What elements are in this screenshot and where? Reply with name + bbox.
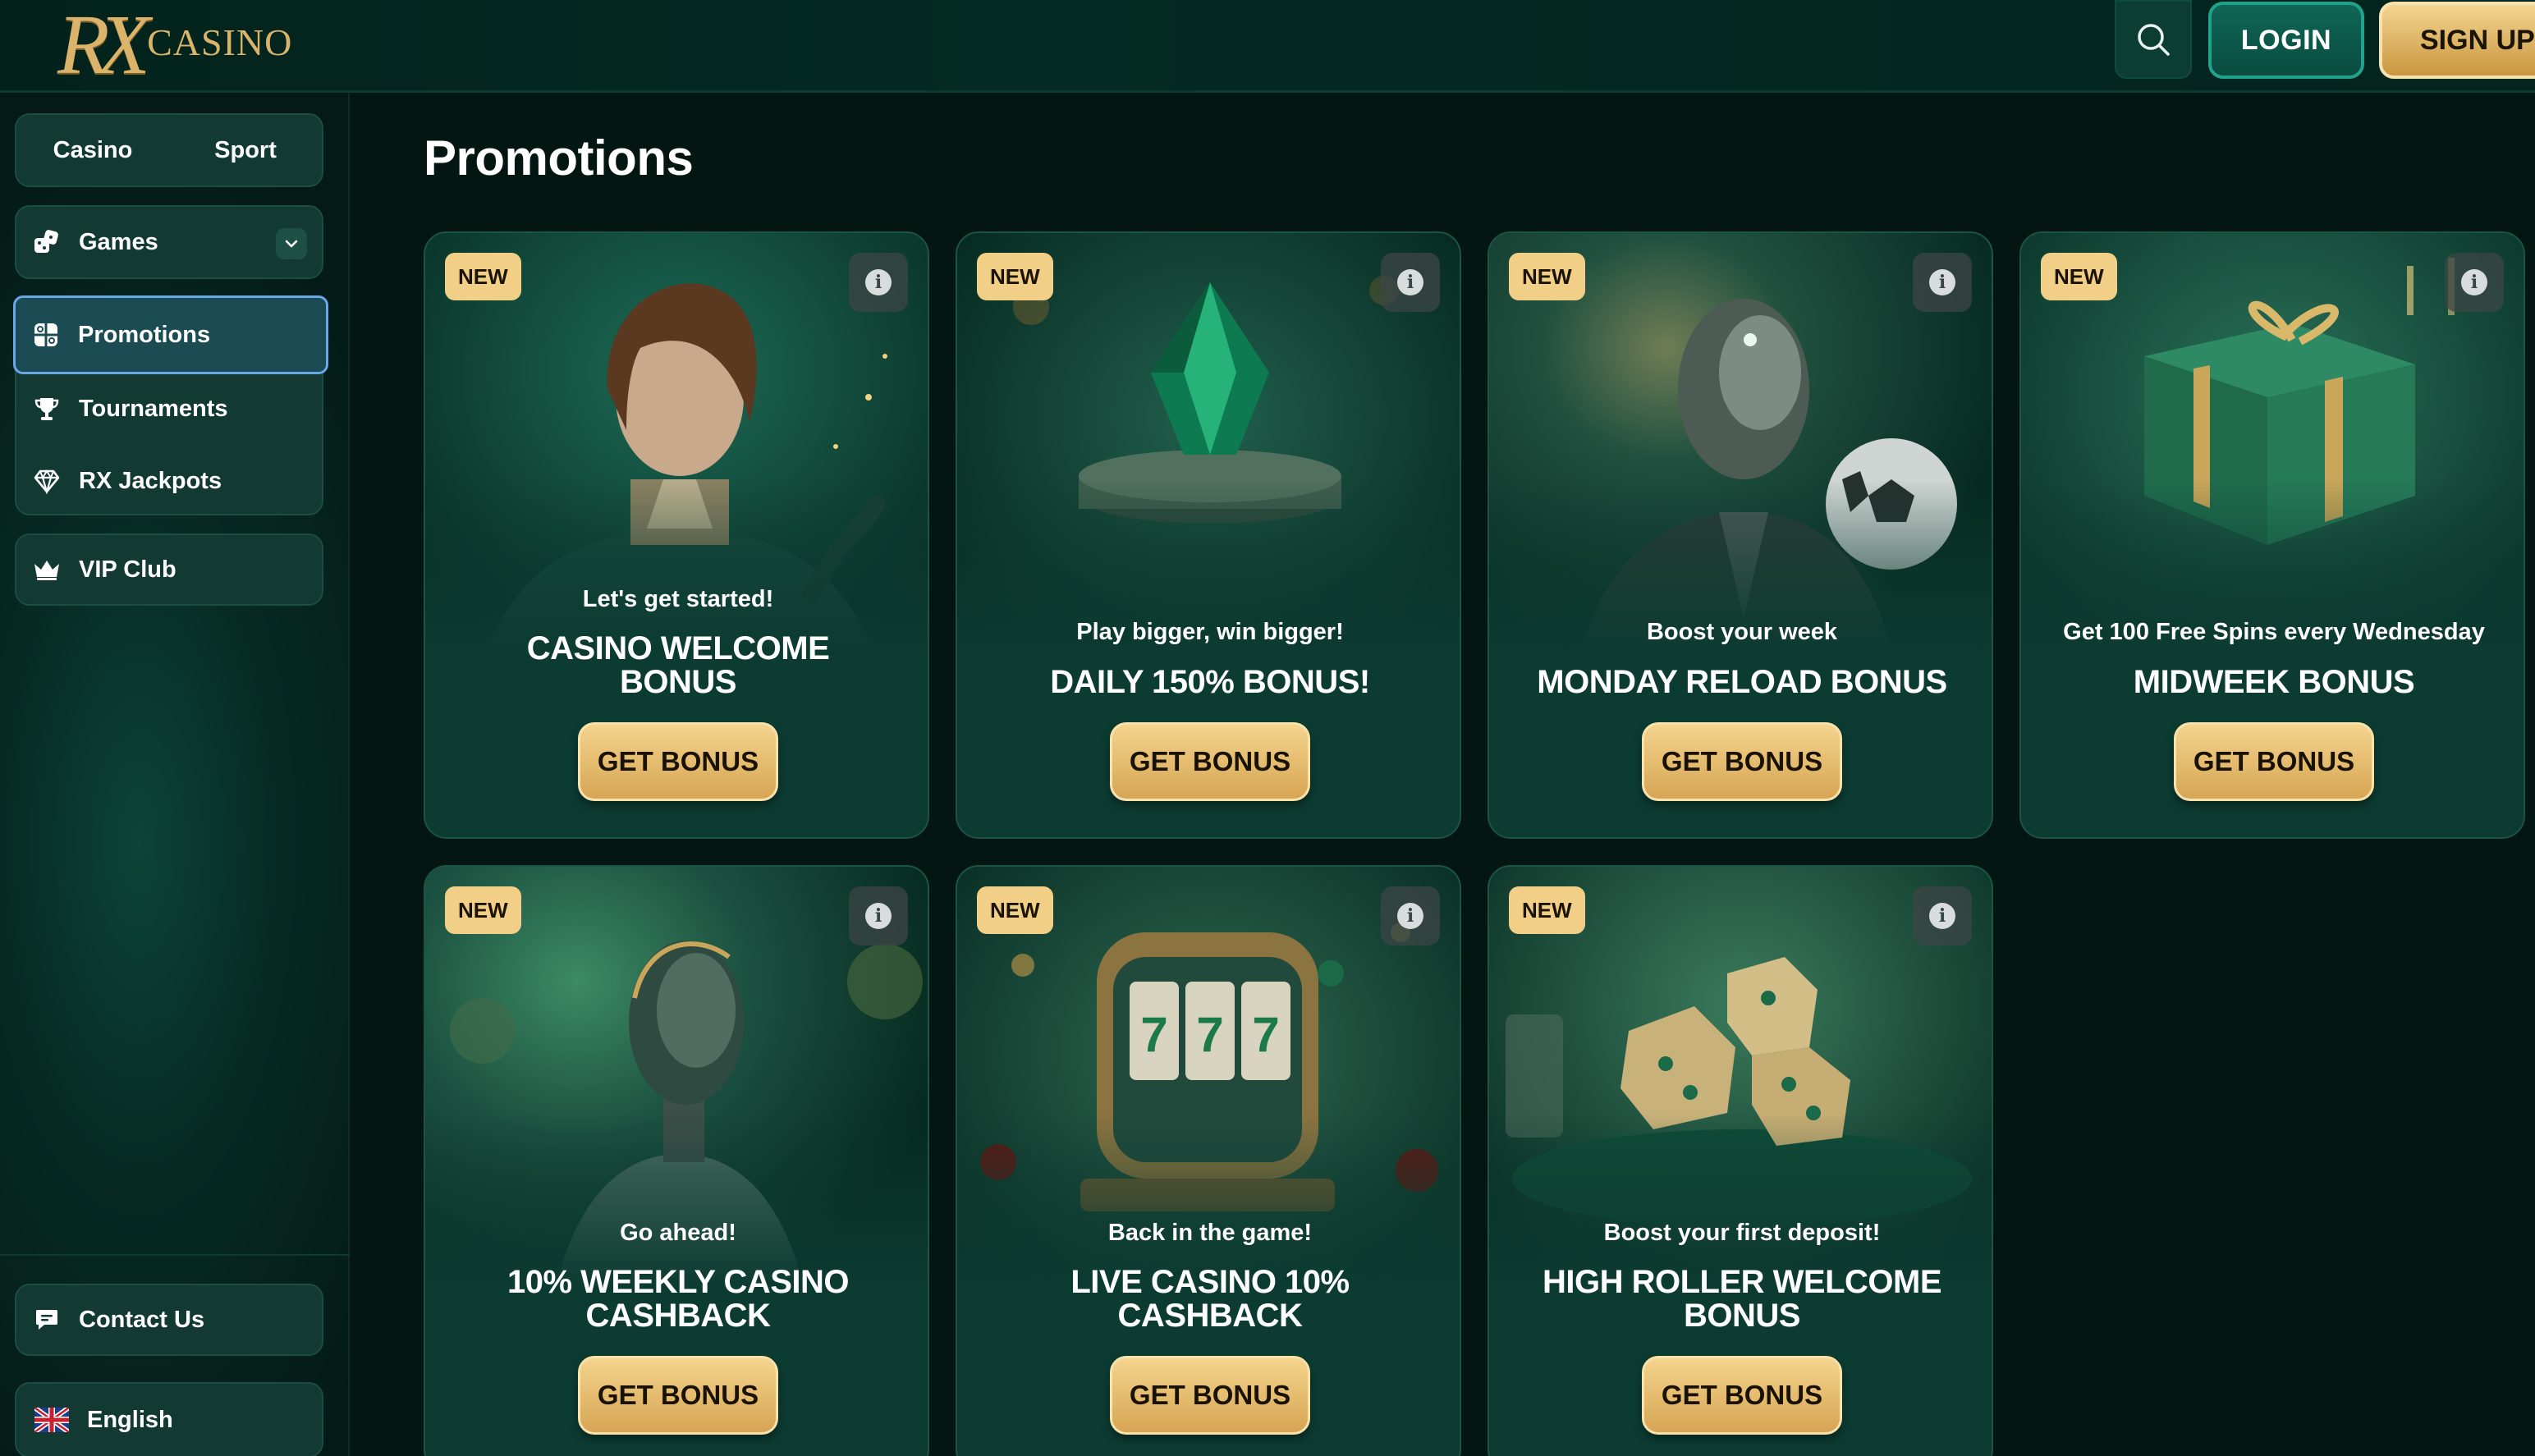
- logo-mark: RX: [57, 0, 150, 92]
- get-bonus-button[interactable]: GET BONUS: [1110, 1356, 1310, 1435]
- info-icon: i: [1929, 269, 1955, 295]
- new-badge: NEW: [445, 886, 521, 934]
- trophy-icon: [33, 395, 61, 423]
- info-icon: i: [1929, 903, 1955, 929]
- promo-subtitle: Go ahead!: [620, 1220, 736, 1246]
- promo-subtitle: Boost your first deposit!: [1603, 1220, 1881, 1246]
- info-icon: i: [2461, 269, 2487, 295]
- chat-bubble-icon: [33, 1306, 61, 1334]
- sidebar-item-label: Promotions: [78, 321, 211, 348]
- sidebar-item-label: VIP Club: [79, 556, 176, 583]
- info-button[interactable]: i: [2445, 253, 2504, 312]
- promo-card-high-roller[interactable]: NEW i Boost your first deposit! High Rol…: [1488, 865, 1993, 1456]
- promo-subtitle: Let's get started!: [582, 586, 774, 612]
- new-badge: NEW: [1509, 253, 1585, 300]
- sidebar-item-label: Tournaments: [79, 395, 228, 422]
- promo-card-midweek[interactable]: NEW i Get 100 Free Spins every Wednesday…: [2019, 231, 2525, 839]
- games-dice-icon: [33, 228, 61, 256]
- language-selector[interactable]: English: [15, 1382, 323, 1456]
- rx-casino-logo[interactable]: RX CASINO: [57, 0, 293, 92]
- promo-card-live-cashback[interactable]: 7 7 7 NEW i Back in the game! Live Casin…: [956, 865, 1461, 1456]
- promo-subtitle: Play bigger, win bigger!: [1076, 619, 1344, 645]
- get-bonus-button[interactable]: GET BONUS: [1642, 1356, 1842, 1435]
- new-badge: NEW: [977, 886, 1053, 934]
- new-badge: NEW: [2041, 253, 2117, 300]
- app-root: RX CASINO LOGIN SIGN UP Casino Sport Gam…: [0, 0, 2535, 1456]
- promo-title: Daily 150% Bonus!: [1050, 664, 1370, 700]
- new-badge: NEW: [445, 253, 521, 300]
- sidebar-item-games[interactable]: Games: [15, 205, 323, 279]
- contact-us-button[interactable]: Contact Us: [15, 1284, 323, 1356]
- svg-text:7: 7: [1252, 1007, 1279, 1062]
- promo-card-daily-bonus[interactable]: NEW i Play bigger, win bigger! Daily 150…: [956, 231, 1461, 839]
- top-header: RX CASINO LOGIN SIGN UP: [0, 0, 2535, 93]
- promo-title: 10% Weekly Casino Cashback: [507, 1264, 850, 1334]
- info-icon: i: [1397, 269, 1423, 295]
- new-badge: NEW: [1509, 886, 1585, 934]
- diamond-icon: [33, 467, 61, 495]
- info-button[interactable]: i: [1381, 886, 1440, 945]
- get-bonus-button[interactable]: GET BONUS: [578, 722, 778, 801]
- promo-title: Midweek Bonus: [2133, 664, 2415, 700]
- search-button[interactable]: [2115, 0, 2192, 79]
- svg-text:7: 7: [1140, 1007, 1167, 1062]
- info-icon: i: [865, 903, 892, 929]
- new-badge: NEW: [977, 253, 1053, 300]
- sidebar-item-rx-jackpots[interactable]: RX Jackpots: [16, 445, 322, 517]
- get-bonus-button[interactable]: GET BONUS: [1110, 722, 1310, 801]
- promo-title: High Roller Welcome Bonus: [1542, 1264, 1942, 1334]
- promo-title: Monday Reload Bonus: [1537, 664, 1947, 700]
- sidebar-item-vip-club[interactable]: VIP Club: [15, 533, 323, 606]
- toggle-casino[interactable]: Casino: [16, 137, 169, 164]
- search-icon: [2138, 24, 2170, 56]
- promo-card-casino-welcome[interactable]: NEW i Let's get started! Casino Welcome …: [424, 231, 929, 839]
- login-button[interactable]: LOGIN: [2208, 2, 2364, 79]
- sidebar-item-label: Games: [79, 228, 158, 255]
- promo-subtitle: Boost your week: [1646, 619, 1838, 645]
- sidebar: Casino Sport Games Promotions Tournament…: [0, 94, 350, 1456]
- get-bonus-button[interactable]: GET BONUS: [578, 1356, 778, 1435]
- get-bonus-button[interactable]: GET BONUS: [2174, 722, 2374, 801]
- contact-us-label: Contact Us: [79, 1306, 205, 1333]
- info-button[interactable]: i: [849, 253, 908, 312]
- uk-flag-icon: [34, 1406, 69, 1434]
- sidebar-divider: [0, 1254, 350, 1256]
- sidebar-item-tournaments[interactable]: Tournaments: [16, 373, 322, 445]
- info-button[interactable]: i: [1381, 253, 1440, 312]
- chevron-down-icon[interactable]: [276, 228, 307, 259]
- info-button[interactable]: i: [1913, 886, 1972, 945]
- crown-icon: [33, 556, 61, 584]
- page-title: Promotions: [424, 130, 694, 185]
- info-icon: i: [865, 269, 892, 295]
- casino-sport-toggle: Casino Sport: [15, 113, 323, 187]
- toggle-sport[interactable]: Sport: [169, 137, 322, 164]
- promo-subtitle: Get 100 Free Spins every Wednesday: [2063, 619, 2485, 645]
- sidebar-item-label: RX Jackpots: [79, 467, 222, 494]
- signup-button[interactable]: SIGN UP: [2379, 2, 2535, 79]
- promo-card-weekly-cashback[interactable]: NEW i Go ahead! 10% Weekly Casino Cashba…: [424, 865, 929, 1456]
- language-label: English: [87, 1406, 173, 1433]
- info-button[interactable]: i: [1913, 253, 1972, 312]
- info-icon: i: [1397, 903, 1423, 929]
- promo-title: Casino Welcome Bonus: [526, 630, 830, 700]
- sidebar-nav-group: Promotions Tournaments RX Jackpots: [13, 295, 328, 517]
- gift-grid-icon: [32, 321, 60, 349]
- get-bonus-button[interactable]: GET BONUS: [1642, 722, 1842, 801]
- info-button[interactable]: i: [849, 886, 908, 945]
- promo-title: Live Casino 10% Cashback: [1070, 1264, 1350, 1334]
- logo-text: CASINO: [147, 21, 293, 63]
- svg-text:7: 7: [1196, 1007, 1223, 1062]
- promo-subtitle: Back in the game!: [1107, 1220, 1313, 1246]
- promo-card-monday-reload[interactable]: NEW i Boost your week Monday Reload Bonu…: [1488, 231, 1993, 839]
- sidebar-item-promotions[interactable]: Promotions: [13, 295, 328, 374]
